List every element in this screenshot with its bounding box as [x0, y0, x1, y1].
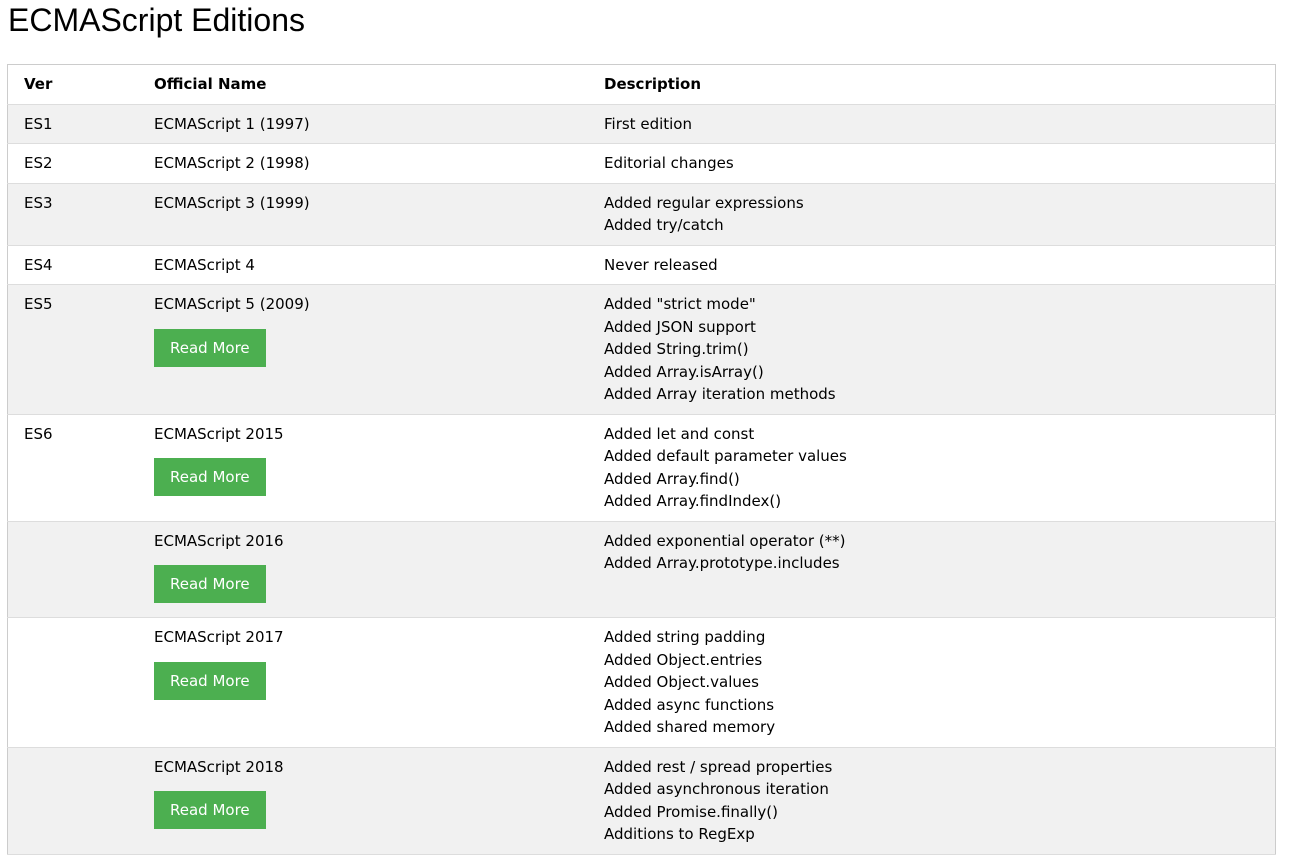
table-row: ES4 ECMAScript 4 Never released: [7, 245, 1276, 285]
editions-table: Ver Official Name Description ES1 ECMAScr…: [7, 64, 1276, 855]
read-more-button[interactable]: Read More: [154, 791, 266, 829]
table-row: ES5 ECMAScript 5 (2009) Read More Added "st…: [7, 284, 1276, 415]
cell-version: [8, 521, 139, 618]
read-more-button[interactable]: Read More: [154, 328, 266, 367]
official-name-text: ECMAScript 5 (2009): [154, 295, 310, 313]
cell-official-name: ECMAScript 5 (2009) Read More: [138, 285, 588, 415]
cell-version: ES2: [24, 154, 53, 172]
description-line: Added "strict mode": [604, 295, 756, 313]
cell-version: ES6: [24, 424, 53, 443]
cell-description: Editorial changes: [588, 144, 1276, 184]
cell-official-name: ECMAScript 2 (1998): [138, 144, 588, 184]
header-description: Description: [604, 75, 702, 93]
description-line: Added Object.values: [604, 673, 759, 691]
official-name-text: ECMAScript 3 (1999): [154, 193, 310, 212]
cell-official-name: ECMAScript 4: [138, 245, 588, 285]
description-line: Added Array.find(): [604, 469, 740, 488]
table-row: ES2 ECMAScript 2 (1998) Editorial changes: [7, 143, 1276, 184]
description-line: Added asynchronous iteration: [604, 780, 829, 798]
table-row: ECMAScript 2018 Read More Added rest / spr…: [7, 747, 1276, 854]
description-line: Added try/catch: [604, 216, 724, 234]
description-line: Added rest / spread properties: [604, 757, 833, 776]
description-line: Added Array.findIndex(): [604, 492, 782, 510]
description-line: Added String.trim(): [604, 340, 749, 358]
description-line: Added string padding: [604, 628, 766, 646]
read-more-button[interactable]: Read More: [154, 458, 266, 496]
cell-version: [8, 747, 139, 854]
table-header-row: Ver Official Name Description: [7, 64, 1276, 104]
description-line: Added Array.isArray(): [604, 362, 764, 381]
description-line: Added Array iteration methods: [604, 385, 836, 403]
cell-description: Added "strict mode" Added JSON support Add…: [588, 285, 1276, 415]
table-row: ES3 ECMAScript 3 (1999) Added regular expr…: [7, 183, 1276, 245]
official-name-text: ECMAScript 2017: [154, 628, 284, 646]
description-line: First edition: [604, 114, 692, 133]
cell-official-name: ECMAScript 3 (1999): [138, 183, 588, 245]
official-name-text: ECMAScript 2015: [154, 424, 284, 443]
cell-version: ES5: [24, 295, 53, 313]
description-line: Added let and const: [604, 424, 755, 443]
read-more-button[interactable]: Read More: [154, 661, 266, 700]
cell-official-name: ECMAScript 2017 Read More: [138, 618, 588, 748]
table-body: ES1 ECMAScript 1 (1997) First edition ES2 EC…: [7, 104, 1276, 854]
description-line: Added Promise.finally(): [604, 802, 779, 821]
cell-official-name: ECMAScript 2015 Read More: [138, 414, 588, 521]
header-official-name: Official Name: [154, 75, 267, 93]
description-line: Added regular expressions: [604, 193, 804, 212]
official-name-text: ECMAScript 2016: [154, 531, 284, 550]
table-row: ECMAScript 2016 Read More Added exponentia…: [7, 521, 1276, 618]
description-line: Added exponential operator (**): [604, 531, 846, 550]
description-line: Added default parameter values: [604, 447, 847, 465]
cell-version: ES4: [24, 255, 53, 274]
description-line: Never released: [604, 255, 718, 274]
read-more-button[interactable]: Read More: [154, 565, 266, 603]
cell-description: Added string padding Added Object.entries…: [588, 618, 1276, 748]
cell-description: Added rest / spread properties Added asyn…: [588, 747, 1276, 854]
description-line: Added Array.prototype.includes: [604, 554, 840, 572]
official-name-text: ECMAScript 2 (1998): [154, 154, 310, 172]
page-title: ECMAScript Editions: [8, 2, 305, 38]
cell-description: Added exponential operator (**) Added Arr…: [588, 521, 1276, 618]
cell-description: First edition: [588, 104, 1276, 144]
cell-description: Never released: [588, 245, 1276, 285]
description-line: Editorial changes: [604, 154, 734, 172]
cell-official-name: ECMAScript 2018 Read More: [138, 747, 588, 854]
official-name-text: ECMAScript 2018: [154, 757, 284, 776]
cell-official-name: ECMAScript 2016 Read More: [138, 521, 588, 618]
description-line: Added shared memory: [604, 718, 776, 736]
cell-version: [8, 618, 139, 748]
cell-official-name: ECMAScript 1 (1997): [138, 104, 588, 144]
description-line: Added Object.entries: [604, 650, 763, 669]
table-row: ES1 ECMAScript 1 (1997) First edition: [7, 104, 1276, 144]
header-ver: Ver: [24, 75, 53, 93]
cell-description: Added let and const Added default paramet…: [588, 414, 1276, 521]
description-line: Added JSON support: [604, 317, 756, 336]
table-row: ECMAScript 2017 Read More Added string pad…: [7, 617, 1276, 748]
table-row: ES6 ECMAScript 2015 Read More Added let and…: [7, 414, 1276, 521]
cell-version: ES3: [24, 193, 53, 212]
cell-description: Added regular expressions Added try/catch: [588, 183, 1276, 245]
official-name-text: ECMAScript 4: [154, 255, 255, 274]
cell-version: ES1: [24, 114, 53, 133]
description-line: Added async functions: [604, 695, 775, 714]
description-line: Additions to RegExp: [604, 825, 755, 843]
official-name-text: ECMAScript 1 (1997): [154, 114, 310, 133]
